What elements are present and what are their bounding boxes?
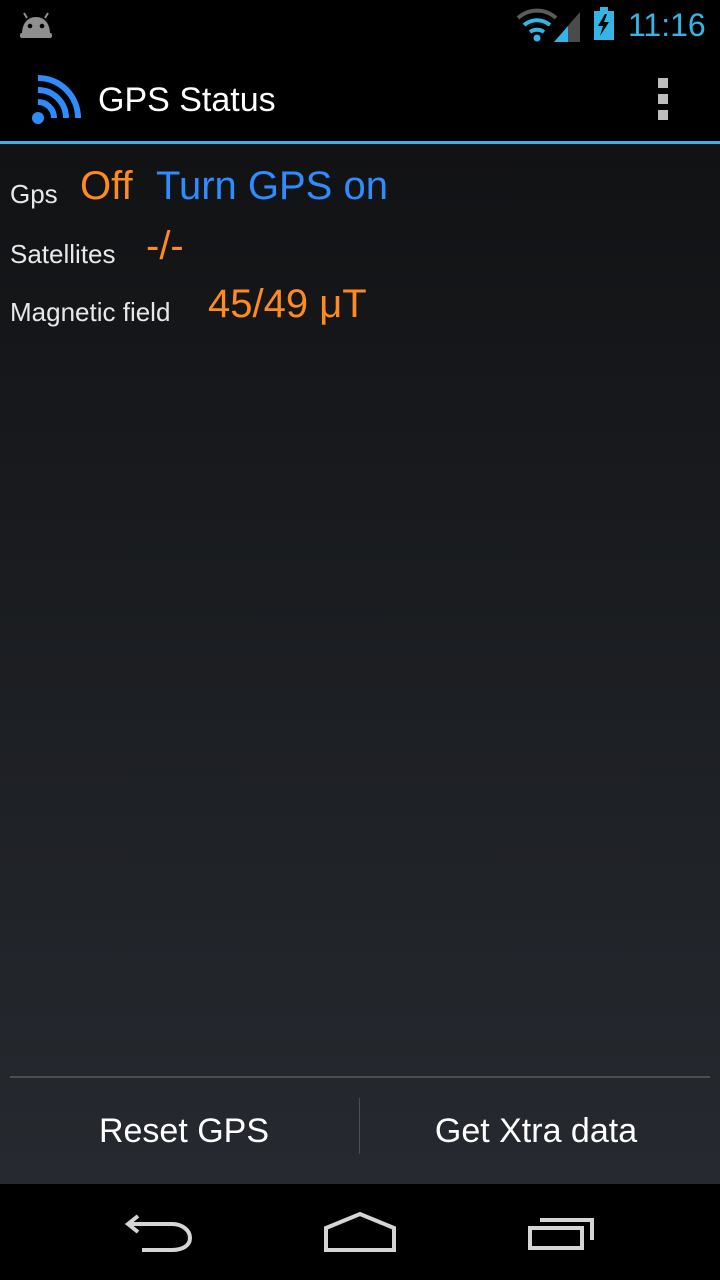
magnetic-field-label: Magnetic field [10, 297, 171, 327]
recent-apps-icon[interactable] [524, 1210, 600, 1254]
reset-gps-button[interactable]: Reset GPS [4, 1078, 364, 1184]
back-icon[interactable] [120, 1212, 196, 1252]
android-icon [20, 12, 52, 38]
magnetic-field-value: 45/49 μT [208, 282, 367, 326]
clock: 11:16 [628, 7, 706, 43]
overflow-menu-icon[interactable] [636, 66, 692, 130]
satellites-value: -/- [146, 224, 184, 268]
gps-label: Gps [10, 179, 58, 209]
action-bar: GPS Status [0, 50, 720, 144]
battery-charging-icon [594, 7, 614, 40]
home-icon[interactable] [320, 1210, 400, 1254]
status-bar: 11:16 [0, 0, 720, 50]
turn-gps-on-link[interactable]: Turn GPS on [156, 164, 388, 209]
navigation-bar [0, 1184, 720, 1280]
app-title: GPS Status [98, 81, 276, 119]
satellites-label: Satellites [10, 239, 116, 269]
gps-signal-icon [32, 75, 81, 124]
content-area: Gps Off Turn GPS on Satellites -/- Magne… [0, 144, 720, 1184]
gps-status-value: Off [80, 164, 133, 208]
signal-icon [554, 12, 580, 42]
get-xtra-data-button[interactable]: Get Xtra data [356, 1078, 716, 1184]
